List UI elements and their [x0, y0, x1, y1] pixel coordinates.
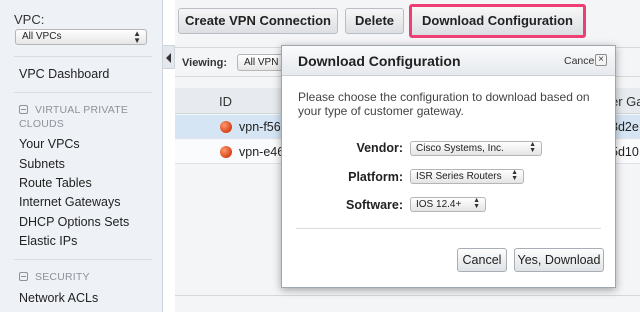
vendor-value: Cisco Systems, Inc.: [416, 143, 504, 154]
section-label-line2: CLOUDS: [19, 118, 64, 130]
yes-download-button[interactable]: Yes, Download: [514, 248, 604, 272]
vendor-label: Vendor:: [356, 141, 403, 155]
sidebar-item-vpc-dashboard[interactable]: VPC Dashboard: [19, 67, 109, 81]
cancel-button[interactable]: Cancel: [457, 248, 507, 272]
toolbar: Create VPN Connection Delete Download Co…: [175, 0, 640, 44]
status-red-icon: [220, 146, 232, 158]
platform-label: Platform:: [348, 170, 403, 184]
download-configuration-dialog: Download Configuration Cancel × Please c…: [281, 45, 616, 288]
sidebar: VPC: All VPCs ▲ ▼ VPC Dashboard VIRTUAL P…: [0, 0, 163, 312]
sidebar-item-dhcp-options-sets[interactable]: DHCP Options Sets: [19, 215, 129, 229]
sidebar-item-network-acls[interactable]: Network ACLs: [19, 291, 98, 305]
viewing-select[interactable]: All VPN: [237, 54, 287, 71]
column-header-id[interactable]: ID: [219, 94, 232, 109]
software-select[interactable]: IOS 12.4+ ▲ ▼: [410, 197, 486, 212]
sidebar-collapse-handle[interactable]: [163, 45, 175, 69]
close-icon[interactable]: ×: [595, 54, 607, 66]
sidebar-divider: [14, 259, 152, 260]
delete-button[interactable]: Delete: [345, 8, 404, 34]
sidebar-item-route-tables[interactable]: Route Tables: [19, 176, 92, 190]
select-arrows-icon: ▲ ▼: [473, 197, 480, 210]
section-security[interactable]: SECURITY: [19, 271, 90, 283]
sidebar-item-your-vpcs[interactable]: Your VPCs: [19, 137, 80, 151]
platform-value: ISR Series Routers: [416, 171, 502, 182]
status-red-icon: [220, 121, 232, 133]
dialog-title: Download Configuration: [298, 53, 461, 69]
platform-select[interactable]: ISR Series Routers ▲ ▼: [410, 169, 524, 184]
download-configuration-button[interactable]: Download Configuration: [409, 4, 586, 38]
section-label-line1: VIRTUAL PRIVATE: [35, 104, 129, 116]
vpc-filter-value: All VPCs: [22, 31, 62, 42]
dialog-cancel-link[interactable]: Cancel: [564, 55, 597, 67]
select-arrows-icon: ▲ ▼: [133, 29, 141, 45]
dialog-header: Download Configuration Cancel ×: [282, 46, 615, 76]
sidebar-divider: [14, 92, 152, 93]
section-virtual-private-clouds[interactable]: VIRTUAL PRIVATE: [19, 104, 128, 116]
software-value: IOS 12.4+: [416, 199, 462, 210]
sidebar-item-elastic-ips[interactable]: Elastic IPs: [19, 234, 77, 248]
sidebar-divider: [14, 56, 152, 57]
dialog-description: Please choose the configuration to downl…: [298, 90, 590, 118]
viewing-label: Viewing:: [182, 57, 228, 69]
software-label: Software:: [346, 198, 403, 212]
section-security-label: SECURITY: [35, 271, 90, 283]
collapse-icon[interactable]: [19, 272, 28, 281]
select-arrows-icon: ▲ ▼: [511, 169, 518, 182]
divider: [175, 295, 640, 296]
vpc-filter-label: VPC:: [14, 12, 45, 27]
vendor-select[interactable]: Cisco Systems, Inc. ▲ ▼: [410, 141, 542, 156]
sidebar-item-internet-gateways[interactable]: Internet Gateways: [19, 195, 120, 209]
vpc-filter-select[interactable]: All VPCs ▲ ▼: [15, 29, 147, 45]
collapse-icon[interactable]: [19, 105, 28, 114]
dialog-divider: [296, 228, 601, 229]
select-arrows-icon: ▲ ▼: [529, 141, 536, 154]
sidebar-item-subnets[interactable]: Subnets: [19, 157, 65, 171]
create-vpn-connection-button[interactable]: Create VPN Connection: [178, 8, 338, 34]
